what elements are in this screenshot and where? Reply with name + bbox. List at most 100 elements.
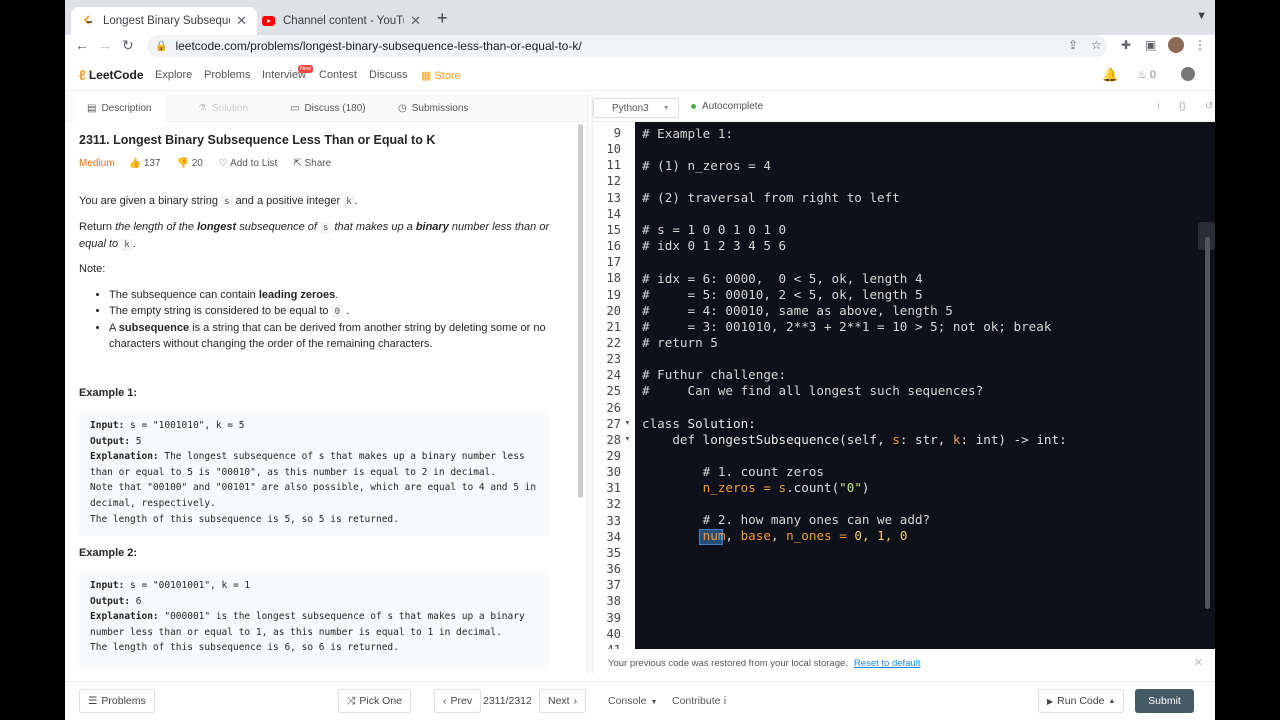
nav-discuss[interactable]: Discuss [369, 69, 408, 81]
solution-icon: ⚗ [198, 102, 207, 114]
tab-discuss[interactable]: ▭ Discuss (180) [290, 94, 366, 122]
return-paragraph: Return the length of the longest subsequ… [79, 221, 550, 251]
nav-problems[interactable]: Problems [204, 69, 250, 81]
share-page-icon[interactable]: ⇪ [1068, 38, 1078, 52]
leetcode-favicon-icon [81, 14, 95, 28]
browser-tab-youtube[interactable]: Channel content - YouTube Stu ✕ [251, 7, 431, 35]
line-number: 14 [606, 206, 621, 221]
code-braces-icon[interactable]: {} [1179, 101, 1186, 112]
like-button[interactable]: 👍 137 [129, 158, 161, 169]
user-avatar-icon[interactable] [1181, 67, 1195, 81]
list-item: The subsequence can contain leading zero… [109, 287, 559, 303]
info-icon[interactable]: ⅰ [1157, 101, 1160, 112]
reset-icon[interactable]: ↺ [1205, 101, 1213, 112]
tab-submissions[interactable]: ◷ Submissions [398, 94, 468, 122]
code-line: # Example 1: [642, 126, 733, 141]
close-tab-icon[interactable]: ✕ [410, 13, 421, 29]
line-number: 21 [606, 319, 621, 334]
chevron-down-icon: ▼ [650, 699, 658, 706]
shuffle-icon: ⤨ [347, 694, 356, 707]
line-number: 12 [606, 174, 621, 189]
tab-search-chevron-icon[interactable]: ▼ [1196, 10, 1207, 22]
reload-icon[interactable]: ↻ [122, 37, 134, 54]
dislike-button[interactable]: 👎 20 [177, 158, 203, 169]
browser-tab-leetcode[interactable]: Longest Binary Subsequence L ✕ [71, 7, 257, 35]
forward-icon[interactable]: → [98, 37, 112, 53]
side-panel-icon[interactable]: ▣ [1145, 38, 1156, 52]
share-button[interactable]: ⇱ Share [293, 158, 331, 169]
close-icon[interactable]: ✕ [1194, 656, 1203, 669]
line-number: 17 [606, 255, 621, 270]
close-tab-icon[interactable]: ✕ [236, 13, 247, 29]
notes-list: The subsequence can contain leading zero… [109, 287, 559, 352]
fold-arrow-icon[interactable]: ▼ [624, 436, 631, 443]
add-to-list-button[interactable]: ♡ Add to List [219, 158, 277, 169]
browser-menu-icon[interactable]: ⋮ [1194, 38, 1206, 52]
line-number: 28 [606, 432, 621, 447]
line-number: 9 [613, 126, 621, 140]
chevron-left-icon: ‹ [443, 695, 447, 707]
nav-store[interactable]: ▦ Store [421, 69, 461, 82]
list-item: The empty string is considered to be equ… [109, 303, 559, 320]
nav-explore[interactable]: Explore [155, 69, 192, 81]
note-label: Note: [79, 263, 106, 275]
description-scrollbar[interactable] [578, 124, 583, 498]
code-editor[interactable]: 9 10 11 12 13 14 15 16 17 18 19 20 21 22 23 24 25 26 27 28 2… [593, 122, 1215, 649]
youtube-favicon-icon [261, 14, 275, 28]
console-toggle[interactable]: Console ▼ [608, 695, 657, 707]
example1-heading: Example 1: [79, 387, 138, 399]
tab-solution[interactable]: ⚗ Solution [198, 94, 248, 122]
lock-icon: 🔒 [155, 40, 168, 52]
chevron-right-icon: › [573, 695, 578, 707]
line-number: 32 [606, 497, 621, 512]
line-number: 36 [606, 562, 621, 577]
site-header: ℓ LeetCode Explore Problems Interview Ne… [65, 59, 1215, 91]
pick-one-button[interactable]: ⤨ Pick One [338, 689, 412, 713]
run-code-button[interactable]: ▶ Run Code ▲ [1038, 689, 1125, 713]
extensions-icon[interactable]: ✚ [1121, 38, 1131, 52]
browser-window: Longest Binary Subsequence L ✕ Channel c… [65, 0, 1215, 720]
nav-contest[interactable]: Contest [319, 69, 357, 81]
code-line: n_zeros = s.count("0") [702, 480, 870, 495]
reset-to-default-link[interactable]: Reset to default [854, 658, 921, 669]
submit-button[interactable]: Submit [1135, 689, 1194, 713]
contribute-link[interactable]: Contribute ⅰ [672, 695, 726, 707]
line-number: 27 [606, 416, 621, 431]
store-icon: ▦ [421, 70, 435, 82]
bookmark-star-icon[interactable]: ☆ [1091, 38, 1102, 52]
editor-scrollbar[interactable] [1205, 237, 1210, 609]
line-number: 38 [606, 594, 621, 609]
language-select[interactable]: Python3 ▼ [593, 98, 679, 118]
new-tab-icon[interactable]: + [437, 8, 448, 29]
thumbs-up-icon: 👍 [128, 158, 144, 169]
problem-title: 2311. Longest Binary Subsequence Less Th… [79, 133, 436, 147]
streak-fire-counter[interactable]: ♨ 0 [1137, 68, 1156, 81]
problem-meta: Medium 👍 137 👎 20 ♡ Add to List ⇱ Share [79, 158, 347, 169]
share-icon: ⇱ [293, 158, 305, 169]
tab-description[interactable]: ▤ Description [73, 94, 166, 122]
line-number: 23 [606, 352, 621, 367]
code-line: # = 4: 00010, same as above, length 5 [642, 303, 953, 318]
code-line: num, base, n_ones = 0, 1, 0 [702, 528, 908, 543]
browser-tab-strip: Longest Binary Subsequence L ✕ Channel c… [65, 0, 1215, 35]
site-logo[interactable]: ℓ LeetCode [79, 67, 144, 83]
next-button[interactable]: Next › [539, 689, 587, 713]
problem-description: 2311. Longest Binary Subsequence Less Th… [65, 122, 580, 674]
line-number: 29 [606, 449, 621, 463]
address-bar[interactable]: 🔒 leetcode.com/problems/longest-binary-s… [147, 35, 1107, 57]
autocomplete-toggle[interactable]: Autocomplete [691, 101, 763, 112]
example1-box: Input: s = "1001010", k = 5 Output: 5 Ex… [79, 412, 549, 536]
back-icon[interactable]: ← [75, 37, 89, 53]
notification-bell-icon[interactable]: 🔔 [1102, 67, 1118, 83]
code-line: # idx = 6: 0000, 0 < 5, ok, length 4 [642, 271, 923, 286]
profile-avatar[interactable] [1168, 37, 1184, 53]
browser-tab-title: Channel content - YouTube Stu [283, 15, 404, 27]
inline-code-s: s [221, 196, 233, 208]
fold-arrow-icon[interactable]: ▼ [624, 420, 631, 427]
problems-button[interactable]: ☰ Problems [79, 689, 155, 713]
code-line: # (2) traversal from right to left [642, 190, 900, 205]
code-line: # Can we find all longest such sequences… [642, 383, 984, 398]
line-number: 33 [606, 513, 621, 528]
prev-button[interactable]: ‹ Prev [434, 689, 482, 713]
code-line: # return 5 [642, 335, 718, 350]
